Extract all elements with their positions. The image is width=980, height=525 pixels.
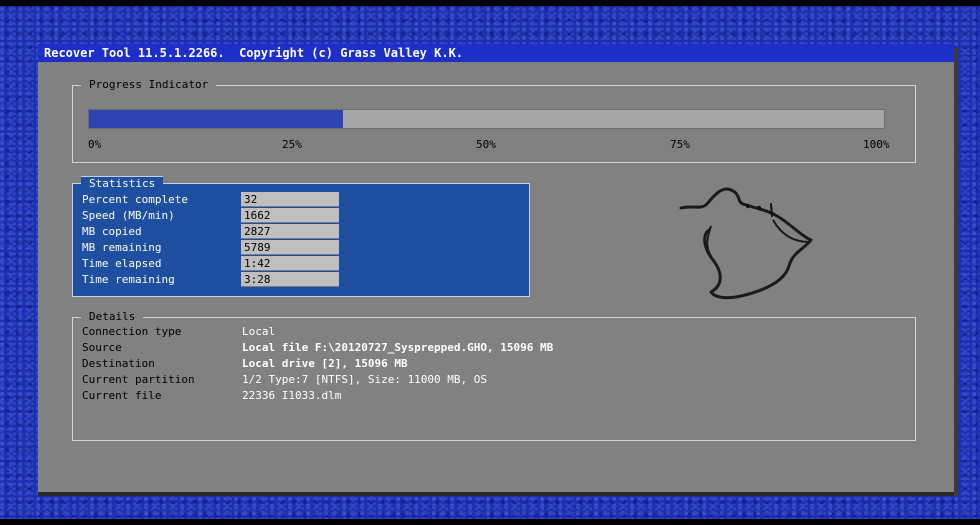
tick-100: 100%: [863, 138, 890, 151]
stat-value: 5789: [241, 240, 339, 255]
progress-bar-fill: [89, 110, 344, 128]
stat-value: 1662: [241, 208, 339, 223]
detail-value: 22336 I1033.dlm: [242, 389, 342, 402]
stat-value: 32: [241, 192, 339, 207]
progress-legend: Progress Indicator: [81, 78, 217, 92]
detail-label: Source: [82, 341, 122, 354]
recover-tool-window: Recover Tool 11.5.1.2266. Copyright (c) …: [38, 44, 954, 492]
stat-value: 1:42: [241, 256, 339, 271]
stat-value: 3:28: [241, 272, 339, 287]
detail-label: Current partition: [82, 373, 195, 386]
statistics-group: Statistics Percent complete 32 Speed (MB…: [72, 176, 530, 297]
details-legend: Details: [81, 310, 144, 324]
screen-bottom-edge: [0, 519, 980, 525]
detail-label: Destination: [82, 357, 155, 370]
progress-indicator-group: Progress Indicator 0% 25% 50% 75% 100%: [72, 78, 916, 163]
stat-label: Speed (MB/min): [82, 209, 175, 222]
detail-value: 1/2 Type:7 [NTFS], Size: 11000 MB, OS: [242, 373, 488, 386]
stat-label: MB remaining: [82, 241, 162, 254]
tick-25: 25%: [282, 138, 302, 151]
window-title: Recover Tool 11.5.1.2266. Copyright (c) …: [38, 44, 954, 62]
statistics-legend: Statistics: [81, 176, 164, 191]
stat-label: Percent complete: [82, 193, 188, 206]
detail-label: Current file: [82, 389, 162, 402]
tick-0: 0%: [88, 138, 102, 151]
stat-label: MB copied: [82, 225, 142, 238]
stat-label: Time remaining: [82, 273, 175, 286]
detail-label: Connection type: [82, 325, 182, 338]
stat-value: 2827: [241, 224, 339, 239]
details-group: Details Connection type Local Source Loc…: [72, 310, 916, 441]
stat-label: Time elapsed: [82, 257, 162, 270]
progress-bar: [88, 109, 885, 129]
detail-value: Local file F:\20120727_Sysprepped.GHO, 1…: [242, 341, 554, 354]
tick-75: 75%: [670, 138, 690, 151]
tick-50: 50%: [476, 138, 496, 151]
screen-top-edge: [0, 0, 980, 6]
detail-value: Local drive [2], 15096 MB: [242, 357, 408, 370]
ghost-icon: [679, 187, 813, 300]
detail-value: Local: [242, 325, 276, 338]
